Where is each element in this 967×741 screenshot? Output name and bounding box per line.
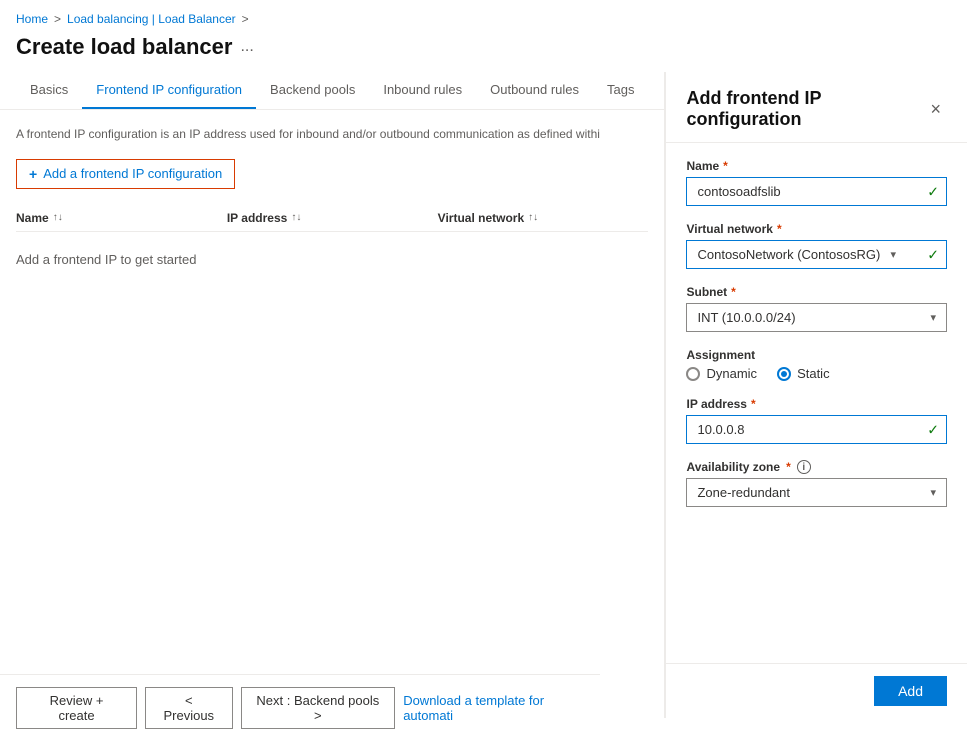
vnet-required: *	[777, 222, 782, 236]
add-frontend-ip-button[interactable]: + Add a frontend IP configuration	[16, 159, 235, 189]
page-title-bar: Create load balancer ...	[0, 30, 967, 72]
static-radio-circle	[777, 367, 791, 381]
tab-backend-pools[interactable]: Backend pools	[256, 72, 369, 109]
tab-inbound-rules[interactable]: Inbound rules	[369, 72, 476, 109]
panel-body: Name * ✓ Virtual network * ContosoNetwor…	[666, 143, 967, 663]
more-options-icon[interactable]: ...	[240, 38, 253, 56]
add-button-label: Add a frontend IP configuration	[43, 166, 222, 181]
main-container: Basics Frontend IP configuration Backend…	[0, 72, 967, 718]
close-panel-button[interactable]: ×	[924, 97, 947, 122]
assignment-options: Dynamic Static	[686, 366, 947, 381]
ip-address-field-group: IP address * ✓	[686, 397, 947, 444]
name-field-group: Name * ✓	[686, 159, 947, 206]
tab-tags[interactable]: Tags	[593, 72, 648, 109]
virtual-network-label: Virtual network *	[686, 222, 947, 236]
availability-zone-label: Availability zone * i	[686, 460, 947, 474]
name-label: Name *	[686, 159, 947, 173]
bottom-bar: Review + create < Previous Next : Backen…	[0, 674, 600, 741]
left-panel: Basics Frontend IP configuration Backend…	[0, 72, 665, 718]
breadcrumb: Home > Load balancing | Load Balancer >	[0, 0, 967, 30]
panel-footer: Add	[666, 663, 967, 718]
availability-zone-field-group: Availability zone * i Zone-redundant ▾	[686, 460, 947, 507]
right-panel: Add frontend IP configuration × Name * ✓…	[665, 72, 967, 718]
virtual-network-field-group: Virtual network * ContosoNetwork (Contos…	[686, 222, 947, 269]
tab-basics[interactable]: Basics	[16, 72, 82, 109]
az-chevron-icon: ▾	[930, 486, 936, 499]
breadcrumb-home[interactable]: Home	[16, 12, 48, 26]
col-virtual-network: Virtual network ↑↓	[438, 211, 649, 225]
static-radio[interactable]: Static	[777, 366, 830, 381]
add-button[interactable]: Add	[874, 676, 947, 706]
ip-address-input[interactable]	[686, 415, 947, 444]
name-check-icon: ✓	[927, 183, 939, 200]
name-input-container: ✓	[686, 177, 947, 206]
review-create-button[interactable]: Review + create	[16, 687, 137, 729]
breadcrumb-sep2: >	[242, 12, 249, 26]
ip-required: *	[751, 397, 756, 411]
subnet-required: *	[731, 285, 736, 299]
panel-title: Add frontend IP configuration	[686, 88, 924, 130]
assignment-field-group: Assignment Dynamic Static	[686, 348, 947, 381]
tab-content: A frontend IP configuration is an IP add…	[0, 110, 664, 718]
panel-header: Add frontend IP configuration ×	[666, 72, 967, 143]
name-required: *	[723, 159, 728, 173]
virtual-network-dropdown-container: ContosoNetwork (ContososRG) ▾ ✓	[686, 240, 947, 269]
vnet-check-icon: ✓	[927, 246, 939, 263]
dynamic-radio-circle	[686, 367, 700, 381]
subnet-chevron-icon: ▾	[930, 311, 936, 324]
table-empty-message: Add a frontend IP to get started	[16, 232, 648, 287]
ip-check-icon: ✓	[927, 421, 939, 438]
breadcrumb-sep1: >	[54, 12, 61, 26]
download-template-link[interactable]: Download a template for automati	[403, 693, 584, 723]
sort-vnet-icon[interactable]: ↑↓	[528, 212, 538, 223]
previous-button[interactable]: < Previous	[145, 687, 232, 729]
breadcrumb-load-balancing[interactable]: Load balancing | Load Balancer	[67, 12, 236, 26]
col-name: Name ↑↓	[16, 211, 227, 225]
col-ip-address: IP address ↑↓	[227, 211, 438, 225]
subnet-dropdown[interactable]: INT (10.0.0.0/24) ▾	[686, 303, 947, 332]
subnet-field-group: Subnet * INT (10.0.0.0/24) ▾	[686, 285, 947, 332]
description-text: A frontend IP configuration is an IP add…	[16, 126, 648, 143]
nav-tabs: Basics Frontend IP configuration Backend…	[0, 72, 664, 110]
dynamic-radio[interactable]: Dynamic	[686, 366, 757, 381]
subnet-label: Subnet *	[686, 285, 947, 299]
sort-name-icon[interactable]: ↑↓	[53, 212, 63, 223]
assignment-label: Assignment	[686, 348, 947, 362]
sort-ip-icon[interactable]: ↑↓	[291, 212, 301, 223]
table-header: Name ↑↓ IP address ↑↓ Virtual network ↑↓	[16, 205, 648, 232]
page-title: Create load balancer	[16, 34, 232, 60]
ip-address-input-container: ✓	[686, 415, 947, 444]
tab-frontend-ip[interactable]: Frontend IP configuration	[82, 72, 256, 109]
availability-zone-dropdown[interactable]: Zone-redundant ▾	[686, 478, 947, 507]
availability-zone-label-row: Availability zone * i	[686, 460, 810, 474]
name-input[interactable]	[686, 177, 947, 206]
frontend-ip-table: Name ↑↓ IP address ↑↓ Virtual network ↑↓…	[16, 205, 648, 287]
virtual-network-dropdown[interactable]: ContosoNetwork (ContososRG) ▾	[686, 240, 947, 269]
plus-icon: +	[29, 166, 37, 182]
az-required: *	[786, 460, 791, 474]
next-button[interactable]: Next : Backend pools >	[241, 687, 396, 729]
ip-address-label: IP address *	[686, 397, 947, 411]
tab-outbound-rules[interactable]: Outbound rules	[476, 72, 593, 109]
availability-zone-info-icon[interactable]: i	[797, 460, 811, 474]
vnet-chevron-icon: ▾	[890, 248, 896, 261]
